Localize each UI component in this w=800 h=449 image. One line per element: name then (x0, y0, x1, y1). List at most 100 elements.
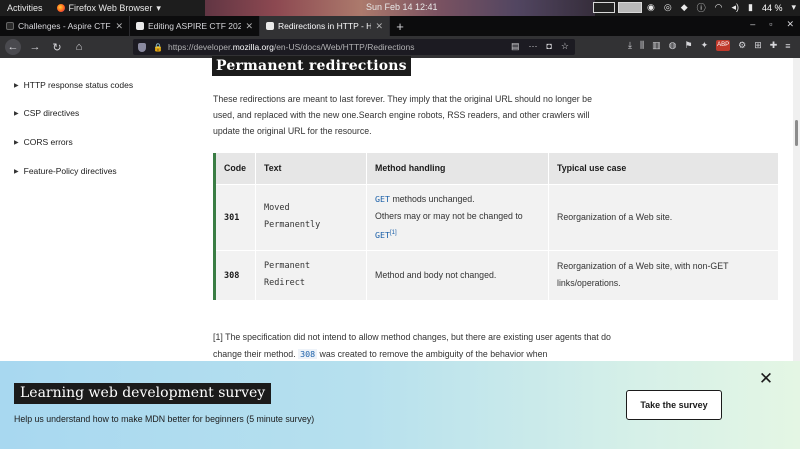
close-window-icon[interactable]: ✕ (786, 19, 794, 30)
tray-window-preview[interactable] (593, 2, 615, 13)
redirections-table: Code Text Method handling Typical use ca… (213, 153, 779, 300)
app-menu[interactable]: Firefox Web Browser ▾ (56, 2, 161, 14)
forward-button[interactable]: → (24, 36, 46, 58)
library-icon[interactable]: ⫼ (640, 40, 644, 51)
sidebar-item-feature-policy[interactable]: ▶ Feature-Policy directives (14, 166, 117, 176)
tray-window-preview-2[interactable] (618, 2, 642, 13)
pocket-icon[interactable]: ◘ (546, 41, 551, 52)
table-row: 301 Moved Permanently GET methods unchang… (214, 183, 779, 250)
clock[interactable]: Sun Feb 14 12:41 (366, 2, 438, 12)
reader-view-icon[interactable]: ▤ (511, 41, 520, 52)
system-tray[interactable]: ◉ ◎ ◆ ⓘ ◠ ◂) ▮ 44 % ▾ (647, 1, 796, 14)
chevron-down-icon[interactable]: ▾ (791, 2, 796, 13)
cell-use-case: Reorganization of a Web site. (548, 183, 779, 250)
tab-title: Redirections in HTTP - HTT (278, 21, 372, 31)
wordpress-favicon-icon (136, 22, 144, 30)
take-survey-button[interactable]: Take the survey (626, 390, 722, 420)
window-controls: – ▫ ✕ (750, 19, 794, 30)
battery-icon: ▮ (748, 2, 753, 12)
tab-strip: Challenges - Aspire CTF ✕ Editing ASPIRE… (0, 16, 800, 36)
column-header-method: Method handling (366, 153, 549, 184)
minimize-icon[interactable]: – (750, 19, 755, 30)
toolbar-right: ⤓ ⫼ ▥ ◍ ⚑ ✦ ABP ⚙ ⊞ ✚ ≡ (628, 40, 791, 51)
status-code: 308 (224, 270, 240, 281)
code-link-308[interactable]: 308 (298, 349, 318, 359)
url-bar[interactable]: 🔒 https://developer.mozilla.org/en-US/do… (133, 39, 575, 55)
volume-icon: ◂) (731, 2, 739, 12)
chevron-down-icon: ▾ (156, 2, 161, 13)
survey-banner: Learning web development survey Help us … (0, 361, 800, 449)
cell-text: Permanent Redirect (255, 249, 367, 300)
reload-button[interactable]: ↻ (46, 36, 68, 58)
cell-text: Moved Permanently (255, 183, 367, 250)
chrome-icon[interactable]: ◎ (664, 2, 672, 13)
menu-icon[interactable]: ≡ (785, 41, 790, 51)
restore-icon[interactable]: ▫ (769, 19, 772, 30)
cell-use-case: Reorganization of a Web site, with non-G… (548, 249, 779, 300)
column-header-use-case: Typical use case (548, 153, 779, 184)
ext-puzzle-icon[interactable]: ✚ (770, 40, 778, 51)
extension-icon[interactable]: ⚑ (685, 40, 693, 51)
url-path: /en-US/docs/Web/HTTP/Redirections (273, 42, 415, 52)
home-button[interactable]: ⌂ (68, 36, 90, 58)
scrollbar-thumb[interactable] (795, 120, 798, 146)
footnote-paragraph: [1] The specification did not intend to … (213, 329, 613, 363)
method-text: Others may or may not be changed to (375, 210, 523, 221)
new-tab-button[interactable]: + (390, 16, 410, 36)
info-icon[interactable]: ⓘ (697, 1, 706, 14)
page-scrollbar[interactable] (793, 58, 800, 361)
section-heading: Permanent redirections (212, 56, 411, 76)
footnote-text: was created to remove the ambiguity of t… (317, 349, 548, 359)
close-icon[interactable]: ✕ (758, 370, 774, 387)
ext-fox-icon[interactable]: ✦ (701, 40, 709, 51)
footnote-link[interactable]: [1] (390, 230, 397, 236)
adblock-icon[interactable]: ABP (716, 40, 731, 51)
sidebar-item-label: HTTP response status codes (23, 80, 134, 90)
url-text[interactable]: https://developer.mozilla.org/en-US/docs… (168, 42, 414, 52)
os-top-bar: Activities Firefox Web Browser ▾ Sun Feb… (0, 0, 800, 16)
home-icon: ⌂ (75, 41, 83, 53)
tab-aspire-challenges[interactable]: Challenges - Aspire CTF ✕ (0, 16, 130, 36)
lock-icon[interactable]: 🔒 (153, 43, 163, 52)
table-header-row: Code Text Method handling Typical use ca… (214, 153, 779, 184)
triangle-right-icon: ▶ (14, 82, 19, 89)
survey-description: Help us understand how to make MDN bette… (14, 414, 315, 424)
sidebar-item-cors-errors[interactable]: ▶ CORS errors (14, 137, 73, 147)
code-link-get[interactable]: GET (375, 194, 390, 204)
account-icon[interactable]: ◍ (669, 40, 677, 51)
sidebar-item-label: Feature-Policy directives (23, 166, 117, 176)
sidebar-item-response-codes[interactable]: ▶ HTTP response status codes (14, 80, 133, 90)
back-button[interactable]: ← (2, 36, 24, 58)
status-text-line: Permanently (264, 220, 321, 230)
ext-grid-icon[interactable]: ⊞ (754, 40, 762, 51)
sidebar-icon[interactable]: ▥ (652, 40, 661, 51)
arrow-left-icon: ← (5, 39, 21, 55)
bookmark-star-icon[interactable]: ☆ (561, 41, 569, 52)
download-icon[interactable]: ⤓ (628, 40, 632, 51)
cell-code: 301 (214, 183, 256, 250)
status-code: 301 (224, 212, 240, 223)
close-tab-icon[interactable]: ✕ (375, 21, 383, 32)
reload-icon: ↻ (52, 41, 62, 54)
status-text-line: Redirect (264, 278, 305, 289)
activities-button[interactable]: Activities (7, 3, 43, 13)
url-actions: ▤ ··· ◘ ☆ (511, 41, 569, 52)
discord-icon[interactable]: ◉ (647, 2, 655, 13)
code-link-get[interactable]: GET (375, 229, 390, 239)
column-header-text: Text (255, 153, 367, 184)
triangle-right-icon: ▶ (14, 139, 19, 146)
close-tab-icon[interactable]: ✕ (245, 21, 253, 32)
url-scheme: https://developer. (167, 42, 233, 52)
more-actions-icon[interactable]: ··· (528, 41, 537, 52)
sidebar-item-csp-directives[interactable]: ▶ CSP directives (14, 108, 79, 118)
status-text-line: Moved (264, 203, 290, 213)
close-tab-icon[interactable]: ✕ (115, 21, 123, 32)
tab-title: Challenges - Aspire CTF (18, 21, 111, 31)
column-header-code: Code (214, 153, 256, 184)
tab-editing-aspire[interactable]: Editing ASPIRE CTF 2021 · ✕ (130, 16, 260, 36)
settings-gear-icon[interactable]: ⚙ (738, 40, 746, 51)
tracking-shield-icon[interactable] (138, 42, 146, 52)
tab-redirections-http[interactable]: Redirections in HTTP - HTT ✕ (260, 16, 390, 36)
nav-bar: ← → ↻ ⌂ 🔒 https://developer.mozilla.org/… (0, 36, 800, 58)
dropbox-icon[interactable]: ◆ (681, 2, 688, 13)
